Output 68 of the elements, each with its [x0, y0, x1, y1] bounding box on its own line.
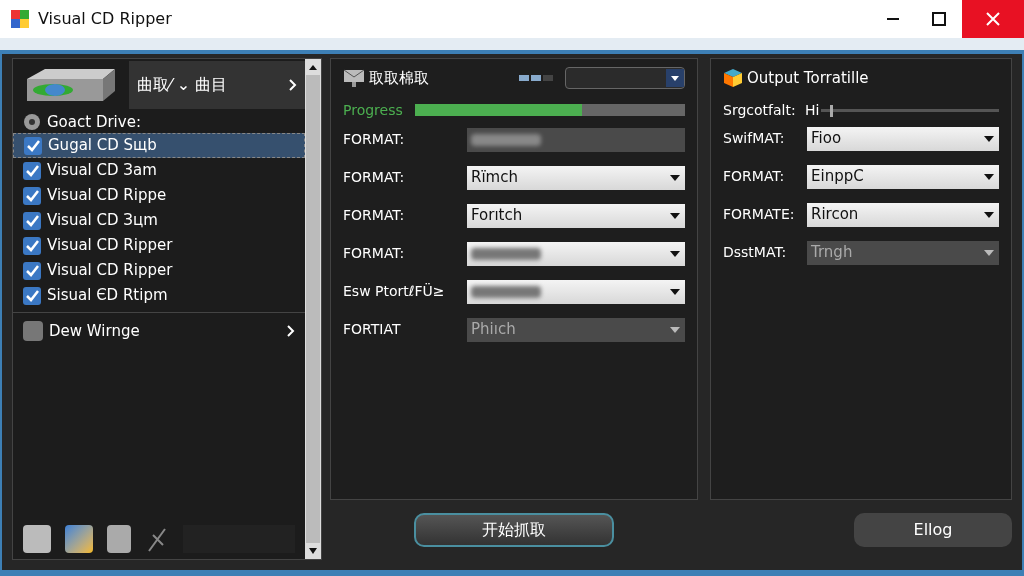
dropdown-caret-icon: [669, 249, 681, 258]
dropdown-caret-icon: [669, 325, 681, 334]
dropdown[interactable]: [467, 241, 685, 266]
window-title: Visual CD Ripper: [38, 8, 172, 30]
format-label: Esw PtortℓFÜ≥: [343, 282, 446, 301]
track-item[interactable]: Visual CD Зцm: [13, 208, 305, 233]
checkbox[interactable]: [23, 161, 41, 180]
drive-label: Goact Drive:: [47, 111, 141, 133]
close-button[interactable]: [962, 0, 1024, 38]
format-label: FORMAT:: [343, 168, 406, 187]
dropdown-caret-icon: [669, 211, 681, 220]
app-icon: [10, 9, 30, 29]
envelope-icon: [343, 68, 365, 89]
format-label: FORMAT:: [343, 244, 406, 263]
track-item[interactable]: Visual CD Ripper: [13, 258, 305, 283]
blurred-text-drawing: [471, 247, 541, 260]
close-icon: [986, 12, 1000, 26]
checkbox[interactable]: [23, 261, 41, 280]
dropdown-caret-icon: [669, 287, 681, 296]
dropdown-caret-icon: [983, 248, 995, 257]
format-label: SwifMAT:: [723, 129, 786, 148]
dropdown-caret-icon: [669, 173, 681, 182]
scroll-up-icon[interactable]: [308, 63, 318, 71]
dropdown-caret-icon: [670, 74, 680, 82]
dropdown[interactable]: [467, 279, 685, 304]
log-button[interactable]: Ellog: [854, 513, 1012, 547]
format-label: FORMAT:: [343, 206, 406, 225]
format-label: DsstMAT:: [723, 243, 788, 262]
slider-thumb[interactable]: [830, 104, 834, 117]
track-item[interactable]: Visual CD Rippe: [13, 183, 305, 208]
sidebar-header[interactable]: 曲取⁄ ⌄ 曲目: [129, 61, 305, 109]
cube-icon: [723, 68, 743, 89]
start-button[interactable]: 开始抓取: [414, 513, 614, 547]
slider-label: Srgcotfalt:: [723, 101, 797, 120]
track-item[interactable]: Gugal CD Sщb: [13, 133, 305, 158]
progress-label: Progress: [343, 100, 404, 120]
track-item[interactable]: Visual CD Зam: [13, 158, 305, 183]
dropdown-caret-icon: [983, 172, 995, 181]
dropdown[interactable]: Rïmch: [467, 165, 685, 190]
chevron-right-icon: [289, 79, 297, 91]
panel-title: 取取棉取: [369, 68, 429, 89]
scroll-down-icon[interactable]: [308, 547, 318, 555]
dropdown[interactable]: Fioo: [807, 126, 999, 151]
dropdown-caret-icon: [983, 210, 995, 219]
dropdown[interactable]: Forıtch: [467, 203, 685, 228]
sidebar-item[interactable]: Dew Wirnge: [13, 317, 305, 345]
format-label: FORMAT:: [723, 167, 786, 186]
checkbox[interactable]: [23, 186, 41, 205]
maximize-icon: [932, 12, 946, 26]
dropdown[interactable]: Rircon: [807, 202, 999, 227]
format-label: FORMATE:: [723, 205, 796, 224]
scrollbar[interactable]: [305, 59, 321, 559]
checkbox[interactable]: [23, 286, 41, 305]
format-label: FORTIAT: [343, 320, 402, 339]
panel-title: Output Torratille: [747, 68, 869, 89]
checkbox[interactable]: [23, 211, 41, 230]
format-label: FORMAT:: [343, 130, 406, 149]
track-item[interactable]: Visual CD Ripper: [13, 233, 305, 258]
dropdown[interactable]: EinppC: [807, 164, 999, 189]
slider-value: Hi: [805, 101, 820, 120]
checkbox[interactable]: [23, 236, 41, 255]
blurred-text-drawing: [471, 133, 541, 146]
dots-icon: [519, 75, 553, 82]
dropdown-caret-icon: [983, 134, 995, 143]
checkbox[interactable]: [24, 136, 42, 155]
chevron-right-icon: [287, 325, 295, 337]
blurred-text-drawing: [471, 285, 541, 298]
track-item[interactable]: Sisual ЄD Rtipm: [13, 283, 305, 308]
